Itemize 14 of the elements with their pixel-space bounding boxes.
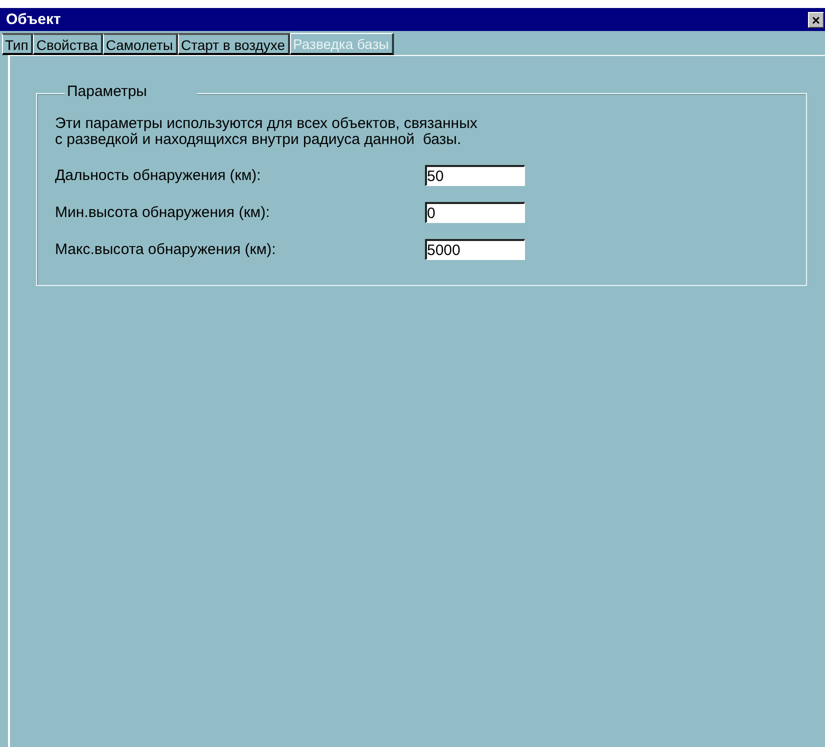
- input-field[interactable]: 5000: [425, 239, 525, 260]
- tab[interactable]: Старт в воздухе: [178, 33, 290, 55]
- tab[interactable]: Тип: [2, 33, 34, 55]
- input-field[interactable]: 0: [425, 202, 525, 223]
- input-field[interactable]: 50: [425, 165, 525, 186]
- group-title: Параметры: [65, 83, 197, 100]
- close-button[interactable]: ×: [808, 12, 824, 28]
- field-label: Дальность обнаружения (км):: [55, 167, 262, 184]
- field-label: Макс.высота обнаружения (км):: [55, 241, 277, 258]
- window-title: Объект: [6, 11, 61, 28]
- tab[interactable]: Самолеты: [102, 33, 178, 55]
- tab[interactable]: Свойства: [33, 33, 103, 55]
- field-label: Мин.высота обнаружения (км):: [55, 204, 271, 221]
- description-text: Эти параметры используются для всех объектов, связанных с разведкой и находящихся внутри радиуса данной базы.: [55, 116, 478, 148]
